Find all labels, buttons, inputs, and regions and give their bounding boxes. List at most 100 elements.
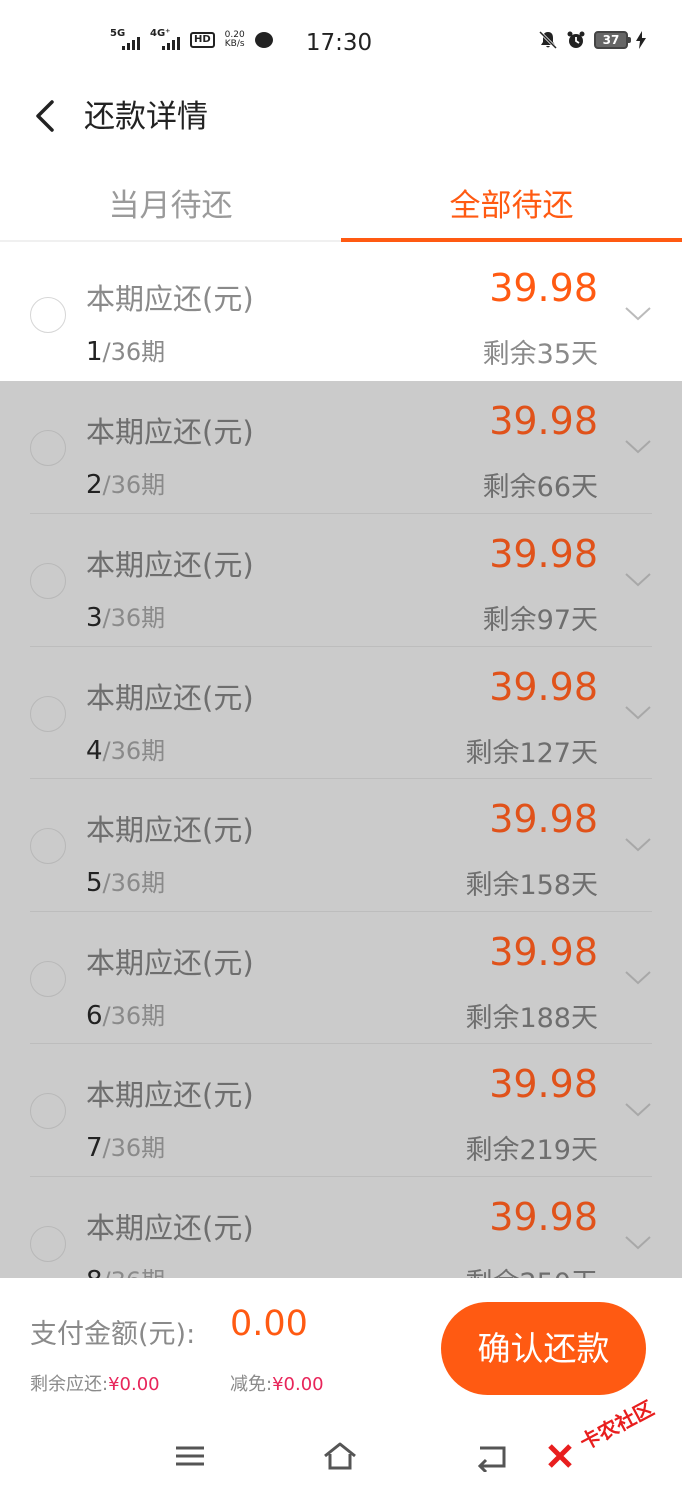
installment-total: /36期 — [102, 869, 166, 897]
page-title: 还款详情 — [84, 99, 208, 135]
installment-row[interactable]: 本期应还(元) 1/36期 39.98 剩余35天 — [0, 248, 682, 381]
return-icon[interactable] — [474, 1440, 510, 1472]
installment-row[interactable]: 本期应还(元) 7/36期 39.98 剩余219天 — [0, 1043, 682, 1176]
installment-current: 7 — [86, 1133, 103, 1163]
chevron-down-icon[interactable] — [624, 1235, 652, 1251]
chevron-down-icon[interactable] — [624, 705, 652, 721]
installment-amount: 39.98 — [489, 398, 598, 443]
installment-label: 本期应还(元) — [86, 945, 254, 980]
net-speed-unit: KB/s — [224, 39, 245, 49]
installment-total: /36期 — [102, 736, 166, 765]
installment-label: 本期应还(元) — [86, 282, 254, 316]
watermark-logo: 卡农社区 — [546, 1396, 676, 1478]
installment-total: /36期 — [102, 338, 166, 366]
installment-current: 6 — [86, 1000, 103, 1031]
pay-amount-value: 0.00 — [230, 1304, 308, 1344]
tab-all-pending[interactable]: 全部待还 — [341, 160, 682, 242]
chevron-down-icon[interactable] — [624, 306, 652, 322]
installment-select-radio[interactable] — [30, 297, 66, 333]
pay-amount-label: 支付金额(元): — [30, 1319, 196, 1350]
installment-period: 7/36期 — [86, 1128, 165, 1163]
installment-period: 8/36期 — [86, 1261, 165, 1279]
installment-total: /36期 — [102, 470, 166, 499]
installment-remaining: 剩余66天 — [482, 471, 598, 503]
installment-total: /36期 — [102, 1001, 166, 1030]
discount-value: ¥0.00 — [272, 1374, 324, 1395]
menu-icon[interactable] — [172, 1440, 208, 1472]
installment-current: 2 — [86, 469, 103, 500]
battery-level: 37 — [602, 33, 620, 47]
installment-period: 1/36期 — [86, 332, 165, 367]
remaining-due-label: 剩余应还: — [30, 1374, 109, 1395]
tab-current-month[interactable]: 当月待还 — [0, 160, 341, 240]
installment-label: 本期应还(元) — [86, 813, 254, 847]
installment-total: /36期 — [103, 1267, 166, 1279]
installment-label: 本期应还(元) — [86, 1078, 254, 1112]
installment-list[interactable]: 本期应还(元) 1/36期 39.98 剩余35天 本期应还(元) 2/36期 … — [0, 248, 682, 1278]
charging-icon — [636, 31, 646, 49]
installment-remaining: 剩余35天 — [482, 339, 598, 370]
installment-select-radio[interactable] — [30, 563, 66, 599]
remaining-due: 剩余应还:¥0.00 — [30, 1370, 160, 1396]
installment-remaining: 剩余127天 — [465, 737, 598, 769]
installment-period: 6/36期 — [86, 996, 165, 1031]
installment-remaining: 剩余219天 — [465, 1135, 598, 1166]
status-left: 5G 4G⁺ HD 0.20 KB/s — [110, 28, 273, 52]
installment-row[interactable]: 本期应还(元) 8/36期 39.98 剩余250天 — [0, 1175, 682, 1279]
installment-row[interactable]: 本期应还(元) 3/36期 39.98 剩余97天 — [0, 513, 682, 646]
installment-remaining: 剩余250天 — [465, 1261, 598, 1279]
installment-select-radio[interactable] — [30, 1225, 66, 1262]
installment-remaining: 剩余188天 — [465, 1002, 598, 1034]
installment-select-radio[interactable] — [30, 429, 66, 466]
discount-label: 减免: — [230, 1374, 273, 1395]
installment-current: 4 — [86, 735, 103, 766]
installment-period: 2/36期 — [86, 465, 165, 500]
battery-icon: 37 — [594, 31, 631, 49]
installment-current: 8 — [86, 1266, 103, 1279]
installment-amount: 39.98 — [489, 266, 598, 310]
installment-amount: 39.98 — [489, 797, 598, 841]
installment-period: 5/36期 — [86, 863, 165, 898]
installment-amount: 39.98 — [489, 1062, 598, 1106]
status-time: 17:30 — [305, 30, 373, 56]
status-right: 37 — [538, 30, 646, 50]
chevron-down-icon[interactable] — [624, 1102, 652, 1118]
chevron-down-icon[interactable] — [624, 837, 652, 853]
signal-5g-icon: 5G — [110, 28, 140, 52]
installment-total: /36期 — [102, 1134, 166, 1162]
installment-row[interactable]: 本期应还(元) 6/36期 39.98 剩余188天 — [0, 910, 682, 1043]
message-icon — [254, 32, 273, 48]
installment-select-radio[interactable] — [30, 1093, 66, 1129]
net-speed: 0.20 KB/s — [225, 31, 245, 49]
installment-remaining: 剩余97天 — [482, 605, 598, 636]
confirm-repay-button[interactable]: 确认还款 — [441, 1302, 646, 1395]
installment-select-radio[interactable] — [30, 960, 66, 997]
chevron-down-icon[interactable] — [624, 970, 652, 986]
installment-period: 3/36期 — [86, 598, 165, 633]
back-arrow-icon — [36, 100, 54, 132]
payment-footer: 支付金额(元): 0.00 剩余应还:¥0.00 减免:¥0.00 确认还款 — [0, 1278, 682, 1404]
installment-amount: 39.98 — [489, 532, 598, 576]
installment-row[interactable]: 本期应还(元) 5/36期 39.98 剩余158天 — [0, 778, 682, 911]
installment-current: 3 — [86, 603, 103, 633]
hd-icon: HD — [190, 32, 215, 48]
installment-row[interactable]: 本期应还(元) 2/36期 39.98 剩余66天 — [0, 380, 682, 513]
installment-label: 本期应还(元) — [86, 1210, 254, 1245]
installment-select-radio[interactable] — [30, 828, 66, 864]
installment-amount: 39.98 — [489, 929, 598, 974]
discount: 减免:¥0.00 — [230, 1370, 324, 1396]
watermark-mark-icon — [548, 1444, 572, 1468]
chevron-down-icon[interactable] — [624, 572, 652, 588]
back-button[interactable] — [28, 94, 64, 138]
remaining-due-value: ¥0.00 — [108, 1374, 160, 1395]
chevron-down-icon[interactable] — [624, 439, 652, 455]
installment-current: 5 — [86, 868, 103, 898]
mute-notification-icon — [538, 30, 558, 50]
installment-select-radio[interactable] — [30, 695, 66, 732]
installment-amount: 39.98 — [489, 1194, 598, 1239]
tab-bar: 当月待还 全部待还 — [0, 160, 682, 242]
installment-label: 本期应还(元) — [86, 680, 254, 715]
installment-current: 1 — [86, 337, 103, 367]
home-icon[interactable] — [322, 1440, 358, 1472]
installment-row[interactable]: 本期应还(元) 4/36期 39.98 剩余127天 — [0, 645, 682, 778]
